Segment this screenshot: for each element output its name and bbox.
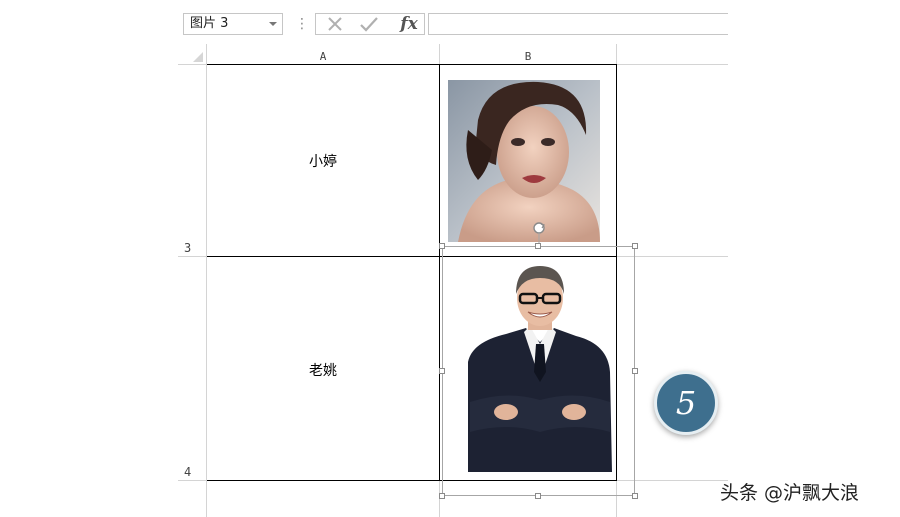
more-options-icon: ⋮: [295, 16, 309, 32]
name-box[interactable]: 图片 3: [183, 13, 283, 35]
resize-handle[interactable]: [535, 243, 541, 249]
chevron-down-icon[interactable]: [269, 22, 277, 26]
portrait-woman-image[interactable]: [448, 80, 600, 242]
resize-handle[interactable]: [632, 493, 638, 499]
name-box-value: 图片 3: [190, 16, 229, 31]
resize-handle[interactable]: [439, 368, 445, 374]
watermark: 头条 @沪飘大浪: [720, 482, 860, 504]
row-header-4[interactable]: 4: [184, 465, 191, 479]
resize-handle[interactable]: [439, 243, 445, 249]
formula-buttons: fx: [315, 13, 425, 35]
resize-handle[interactable]: [632, 368, 638, 374]
picture-selection-frame[interactable]: [442, 246, 635, 496]
resize-handle[interactable]: [439, 493, 445, 499]
resize-handle[interactable]: [535, 493, 541, 499]
fx-icon[interactable]: fx: [394, 14, 424, 34]
step-badge: 5: [654, 371, 718, 435]
cell-a4[interactable]: 老姚: [207, 360, 439, 380]
x-icon[interactable]: [320, 14, 350, 34]
cell-a3[interactable]: 小婷: [207, 151, 439, 171]
formula-input[interactable]: [428, 13, 728, 35]
row-header-3[interactable]: 3: [184, 241, 191, 255]
resize-handle[interactable]: [632, 243, 638, 249]
column-header-a[interactable]: A: [207, 50, 439, 63]
select-all-corner[interactable]: [193, 52, 203, 62]
column-header-b[interactable]: B: [440, 50, 616, 63]
check-icon[interactable]: [354, 14, 384, 34]
